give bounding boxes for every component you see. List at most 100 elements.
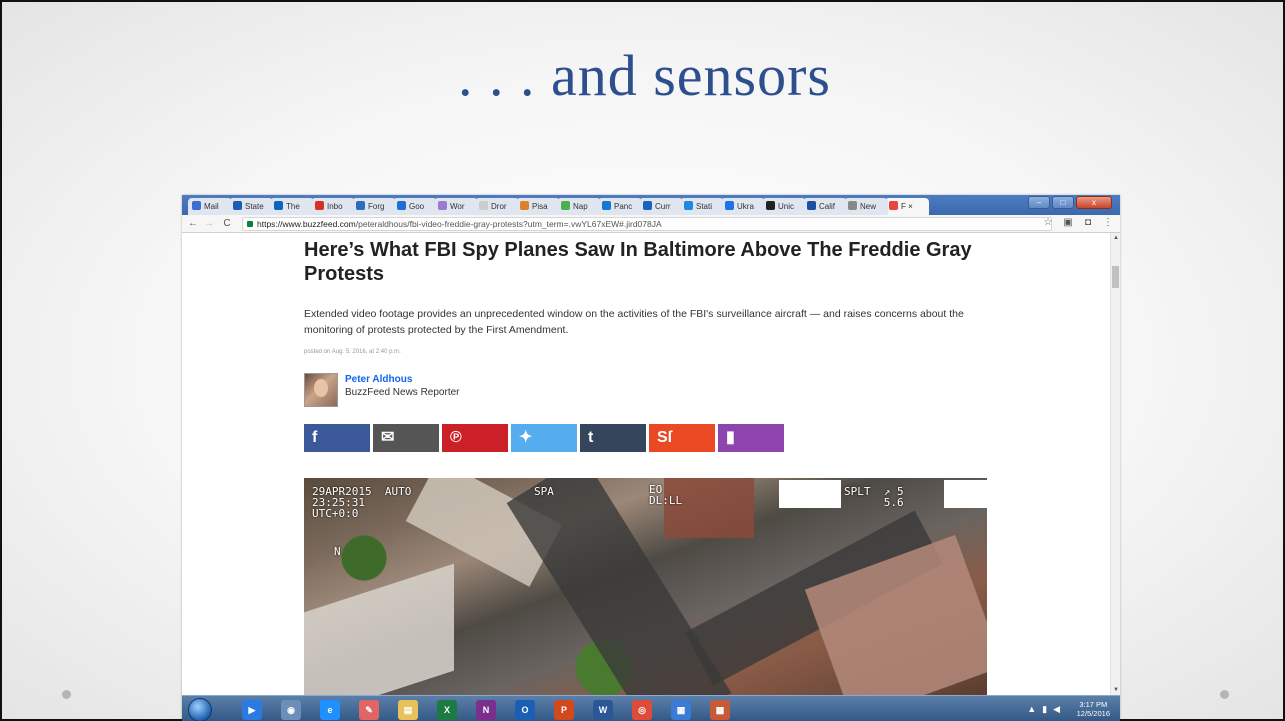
cast-icon[interactable]: ◘ <box>1082 217 1094 229</box>
window-controls: – □ x <box>1028 196 1112 210</box>
paint-icon[interactable]: ✎ <box>359 700 379 720</box>
outlook-icon[interactable]: O <box>515 700 535 720</box>
email-share-button[interactable]: ✉ <box>373 424 439 452</box>
browser-tab[interactable]: Curr <box>639 198 683 215</box>
share-buttons: f ✉ ℗ ✦ t Sſ ▮ <box>304 424 784 452</box>
browser-tab[interactable]: Wor <box>434 198 478 215</box>
tab-label: State <box>245 202 264 211</box>
vertical-scrollbar[interactable]: ▲ ▼ <box>1110 233 1120 695</box>
powerpoint-icon[interactable]: P <box>554 700 574 720</box>
tab-favicon-icon <box>643 201 652 210</box>
url-input[interactable]: https://www.buzzfeed.com/peteraldhous/fb… <box>242 217 1052 231</box>
browser-tab[interactable]: Goo <box>393 198 437 215</box>
surveillance-video-frame[interactable]: 29APR2015 AUTO 23:25:31 UTC+0:0 SPA EO D… <box>304 478 987 695</box>
bookmark-share-button[interactable]: ▮ <box>718 424 784 452</box>
word-icon[interactable]: W <box>593 700 613 720</box>
forward-icon[interactable]: → <box>202 217 216 231</box>
browser-tab[interactable]: F × <box>885 198 929 215</box>
browser-tab[interactable]: Calif <box>803 198 847 215</box>
star-icon[interactable]: ☆ <box>1042 217 1054 229</box>
tab-favicon-icon <box>766 201 775 210</box>
author-avatar[interactable] <box>304 373 338 407</box>
scroll-down-icon[interactable]: ▼ <box>1113 687 1119 693</box>
slide-bullet-right <box>1220 690 1229 699</box>
volume-icon[interactable]: ◀ <box>1053 704 1060 715</box>
tab-label: Stati <box>696 202 713 211</box>
tab-label: Pisa <box>532 202 548 211</box>
reload-icon[interactable]: C <box>220 217 234 231</box>
clock[interactable]: 3:17 PM 12/5/2016 <box>1077 700 1110 718</box>
extension-icon[interactable]: ▣ <box>1062 217 1074 229</box>
remote-desktop-icon[interactable]: ▦ <box>671 700 691 720</box>
media-player-icon[interactable]: ▶ <box>242 700 262 720</box>
internet-explorer-icon[interactable]: e <box>320 700 340 720</box>
browser-tab[interactable]: Pisa <box>516 198 560 215</box>
tab-favicon-icon <box>848 201 857 210</box>
hud-north-arrow: N <box>334 545 341 558</box>
tab-label: Forg <box>368 202 385 211</box>
chrome-icon[interactable]: ◎ <box>632 700 652 720</box>
tab-label: Mail <box>204 202 219 211</box>
hud-spa: SPA <box>534 485 554 498</box>
maximize-button[interactable]: □ <box>1052 196 1074 209</box>
facebook-share-button[interactable]: f <box>304 424 370 452</box>
browser-tab[interactable]: New <box>844 198 888 215</box>
tab-label: Nap <box>573 202 588 211</box>
notification-icon[interactable]: ▲ <box>1027 704 1036 715</box>
browser-tab[interactable]: Forg <box>352 198 396 215</box>
tab-favicon-icon <box>315 201 324 210</box>
browser-tab[interactable]: Nap <box>557 198 601 215</box>
browser-tab[interactable]: Stati <box>680 198 724 215</box>
network-icon[interactable]: ▮ <box>1042 704 1047 715</box>
web-page: Here’s What FBI Spy Planes Saw In Baltim… <box>182 233 1110 695</box>
author-role: BuzzFeed News Reporter <box>345 387 460 398</box>
tab-label: F × <box>901 202 913 211</box>
scrollbar-thumb[interactable] <box>1112 266 1119 288</box>
tab-favicon-icon <box>807 201 816 210</box>
close-button[interactable]: x <box>1076 196 1112 209</box>
pinterest-share-button[interactable]: ℗ <box>442 424 508 452</box>
browser-tab[interactable]: Unic <box>762 198 806 215</box>
browser-tab[interactable]: Mail <box>188 198 232 215</box>
tab-favicon-icon <box>561 201 570 210</box>
back-icon[interactable]: ← <box>186 217 200 231</box>
tab-label: Goo <box>409 202 425 211</box>
file-explorer-icon[interactable]: ▤ <box>398 700 418 720</box>
twitter-share-button[interactable]: ✦ <box>511 424 577 452</box>
app-window-icon[interactable]: ▩ <box>710 700 730 720</box>
tumblr-share-button[interactable]: t <box>580 424 646 452</box>
author-name-link[interactable]: Peter Aldhous <box>345 374 412 385</box>
browser-tab[interactable]: Ukra <box>721 198 765 215</box>
clock-time: 3:17 PM <box>1079 700 1108 709</box>
browser-tab[interactable]: Inbo <box>311 198 355 215</box>
article-headline: Here’s What FBI Spy Planes Saw In Baltim… <box>304 239 972 285</box>
stumbleupon-share-button[interactable]: Sſ <box>649 424 715 452</box>
tab-label: Calif <box>819 202 836 211</box>
tab-favicon-icon <box>520 201 529 210</box>
tab-favicon-icon <box>438 201 447 210</box>
tab-favicon-icon <box>274 201 283 210</box>
browser-tab[interactable]: Panc <box>598 198 642 215</box>
tab-label: Curr <box>655 202 671 211</box>
tab-favicon-icon <box>479 201 488 210</box>
scroll-up-icon[interactable]: ▲ <box>1113 235 1119 241</box>
menu-icon[interactable]: ⋮ <box>1102 217 1114 229</box>
browser-tab[interactable]: Dror <box>475 198 519 215</box>
tab-label: The <box>286 202 300 211</box>
tab-favicon-icon <box>725 201 734 210</box>
tab-label: Panc <box>614 202 633 211</box>
excel-icon[interactable]: X <box>437 700 457 720</box>
minimize-button[interactable]: – <box>1028 196 1050 209</box>
article-dek: Extended video footage provides an unpre… <box>304 308 964 336</box>
slide-title: . . . and sensors <box>457 43 831 108</box>
camera-icon[interactable]: ◉ <box>281 700 301 720</box>
tab-label: Wor <box>450 202 465 211</box>
windows-taskbar: ▲ ▮ ◀ 3:17 PM 12/5/2016 ▶ ◉ e ✎ ▤ X N O P W ◎ ▦ ▩ <box>182 695 1120 721</box>
system-tray: ▲ ▮ ◀ <box>1027 704 1060 715</box>
browser-tab[interactable]: The <box>270 198 314 215</box>
start-button[interactable] <box>188 698 212 721</box>
onenote-icon[interactable]: N <box>476 700 496 720</box>
browser-tab[interactable]: State <box>229 198 273 215</box>
hud-right: SPLT ↗ 5 5.6 <box>844 485 904 509</box>
tab-label: Dror <box>491 202 507 211</box>
